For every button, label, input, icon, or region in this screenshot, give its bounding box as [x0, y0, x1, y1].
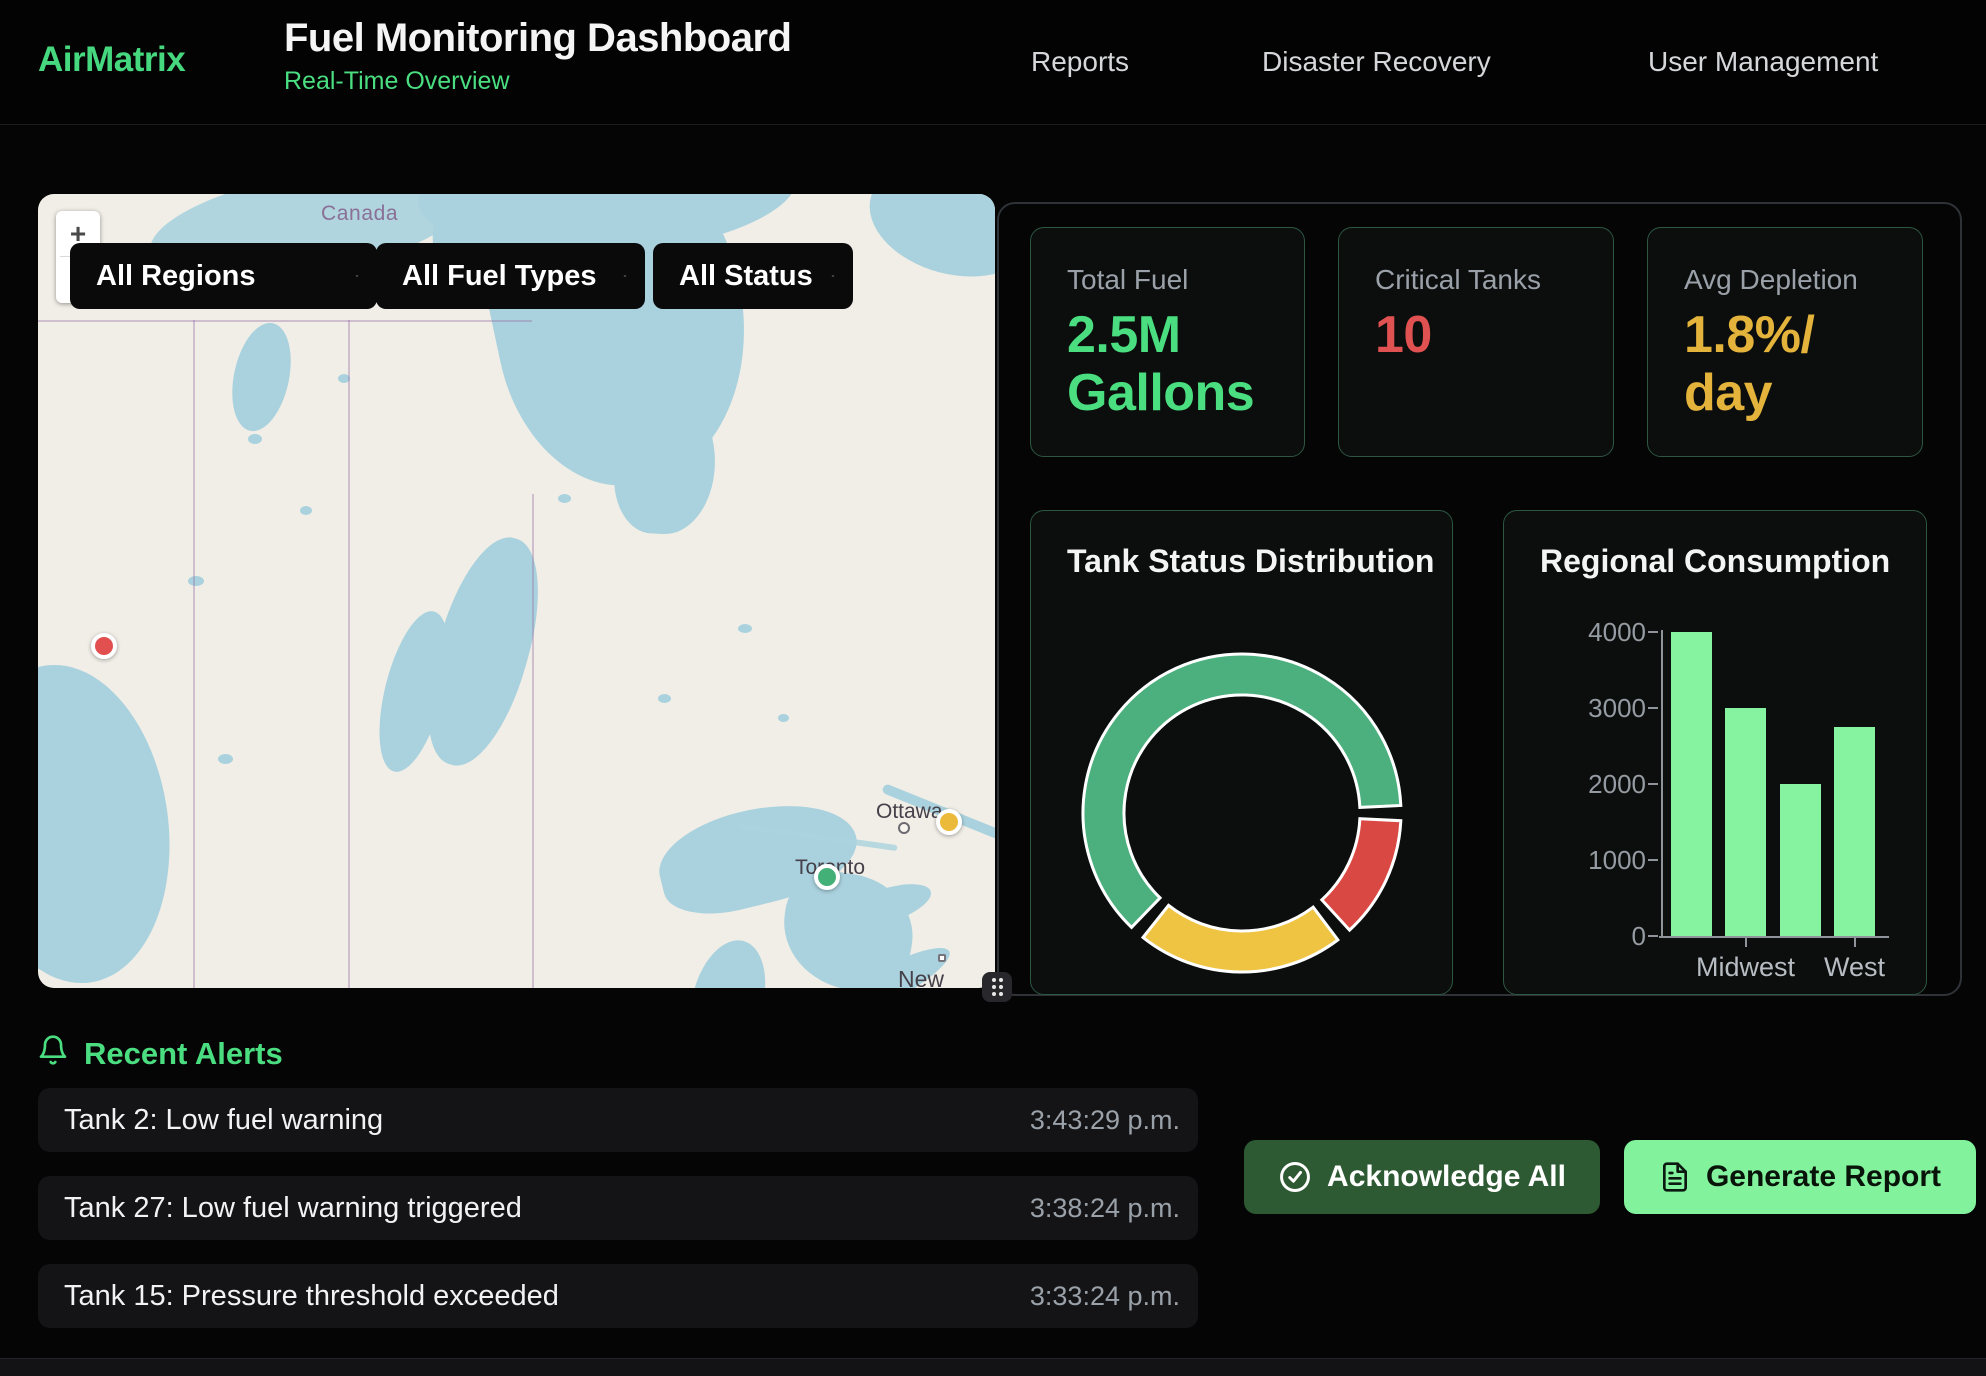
filter-status-dropdown[interactable]: All Status — [653, 243, 853, 309]
donut-segment-warning[interactable] — [1143, 905, 1338, 972]
bar-2[interactable] — [1780, 784, 1821, 936]
filter-regions-value: All Regions — [96, 260, 256, 293]
water-shape — [248, 434, 262, 444]
y-tick-label: 0 — [1562, 922, 1646, 950]
y-tick-label: 4000 — [1562, 618, 1646, 646]
border-line — [348, 320, 350, 988]
report-document-icon — [1659, 1161, 1691, 1193]
y-tick-label: 2000 — [1562, 770, 1646, 798]
stat-label: Avg Depletion — [1684, 264, 1892, 296]
tank-status-panel: Tank Status Distribution — [1030, 510, 1453, 995]
water-shape — [223, 317, 300, 436]
border-line — [532, 494, 534, 988]
alert-timestamp: 3:33:24 p.m. — [1030, 1281, 1180, 1312]
stat-value-total-fuel: 2.5M Gallons — [1067, 306, 1274, 422]
bar-Midwest[interactable] — [1725, 708, 1766, 936]
map-grip-icon[interactable] — [982, 972, 1012, 1002]
filter-status-value: All Status — [679, 260, 813, 293]
chevron-down-icon — [813, 265, 835, 287]
x-tick — [1854, 938, 1856, 947]
alert-text: Tank 27: Low fuel warning triggered — [64, 1192, 522, 1225]
nav-user-management[interactable]: User Management — [1648, 46, 1878, 78]
water-shape — [679, 932, 778, 988]
tank-marker-normal[interactable] — [814, 864, 840, 890]
alert-row[interactable]: Tank 15: Pressure threshold exceeded 3:3… — [38, 1264, 1198, 1328]
water-shape — [857, 194, 995, 294]
y-tick — [1648, 707, 1658, 709]
chevron-down-icon — [605, 265, 627, 287]
water-shape — [658, 694, 671, 703]
stat-card-total-fuel: Total Fuel 2.5M Gallons — [1030, 227, 1305, 457]
recent-alerts-title: Recent Alerts — [84, 1036, 283, 1072]
y-tick-label: 1000 — [1562, 846, 1646, 874]
city-dot-new-york — [938, 954, 946, 962]
acknowledge-all-label: Acknowledge All — [1327, 1160, 1566, 1194]
generate-report-button[interactable]: Generate Report — [1624, 1140, 1976, 1214]
y-tick — [1648, 935, 1658, 937]
border-line — [38, 320, 532, 322]
tank-marker-critical[interactable] — [91, 633, 117, 659]
donut-segment-critical[interactable] — [1322, 819, 1401, 930]
regional-consumption-bar-chart: 01000200030004000MidwestWest — [1504, 511, 1927, 995]
alert-text: Tank 15: Pressure threshold exceeded — [64, 1280, 559, 1313]
map[interactable]: Canada Ottawa Toronto New York + − All R… — [38, 194, 995, 988]
bar-West[interactable] — [1834, 727, 1875, 936]
page-subtitle: Real-Time Overview — [284, 67, 791, 96]
stat-value-avg-depletion: 1.8%/ day — [1684, 306, 1892, 422]
check-circle-icon — [1278, 1160, 1312, 1194]
water-shape — [38, 652, 189, 988]
header: AirMatrix Fuel Monitoring Dashboard Real… — [0, 0, 1986, 125]
y-tick-label: 3000 — [1562, 694, 1646, 722]
bar-0[interactable] — [1671, 632, 1712, 936]
water-shape — [778, 714, 789, 722]
map-label-new-york: New York — [898, 966, 995, 988]
water-shape — [188, 576, 204, 586]
alert-row[interactable]: Tank 2: Low fuel warning 3:43:29 p.m. — [38, 1088, 1198, 1152]
alert-timestamp: 3:43:29 p.m. — [1030, 1105, 1180, 1136]
y-tick — [1648, 631, 1658, 633]
alert-row[interactable]: Tank 27: Low fuel warning triggered 3:38… — [38, 1176, 1198, 1240]
water-shape — [558, 494, 571, 503]
bell-icon — [37, 1033, 69, 1067]
nav-disaster-recovery[interactable]: Disaster Recovery — [1262, 46, 1491, 78]
dashboard: AirMatrix Fuel Monitoring Dashboard Real… — [0, 0, 1986, 1376]
page-title: Fuel Monitoring Dashboard — [284, 13, 791, 63]
filter-fuel-types-value: All Fuel Types — [402, 260, 596, 293]
y-tick — [1648, 783, 1658, 785]
brand-logo: AirMatrix — [38, 40, 185, 80]
city-dot-ottawa — [898, 822, 910, 834]
tank-status-donut-chart — [1031, 511, 1453, 995]
water-shape — [218, 754, 233, 764]
water-shape — [598, 314, 613, 324]
y-tick — [1648, 859, 1658, 861]
map-label-canada: Canada — [321, 202, 398, 226]
footer-strip — [0, 1358, 1986, 1376]
nav-reports[interactable]: Reports — [1031, 46, 1129, 78]
chevron-down-icon — [337, 265, 359, 287]
stat-label: Total Fuel — [1067, 264, 1274, 296]
stat-card-critical-tanks: Critical Tanks 10 — [1338, 227, 1614, 457]
water-shape — [300, 506, 312, 515]
filter-fuel-types-dropdown[interactable]: All Fuel Types — [376, 243, 645, 309]
acknowledge-all-button[interactable]: Acknowledge All — [1244, 1140, 1600, 1214]
border-line — [193, 320, 195, 988]
tank-status-title: Tank Status Distribution — [1067, 543, 1434, 580]
page-title-block: Fuel Monitoring Dashboard Real-Time Over… — [284, 13, 791, 96]
stat-value-critical-tanks: 10 — [1375, 306, 1583, 364]
map-label-ottawa: Ottawa — [876, 800, 943, 824]
regional-consumption-panel: Regional Consumption 01000200030004000Mi… — [1503, 510, 1927, 995]
x-tick — [1745, 938, 1747, 947]
stat-label: Critical Tanks — [1375, 264, 1583, 296]
alert-timestamp: 3:38:24 p.m. — [1030, 1193, 1180, 1224]
alert-text: Tank 2: Low fuel warning — [64, 1104, 383, 1137]
filter-regions-dropdown[interactable]: All Regions — [70, 243, 377, 309]
generate-report-label: Generate Report — [1706, 1160, 1941, 1194]
tank-marker-warning[interactable] — [936, 809, 962, 835]
y-axis — [1661, 630, 1663, 938]
water-shape — [738, 624, 752, 633]
stat-card-avg-depletion: Avg Depletion 1.8%/ day — [1647, 227, 1923, 457]
x-tick-label: West — [1785, 952, 1925, 983]
